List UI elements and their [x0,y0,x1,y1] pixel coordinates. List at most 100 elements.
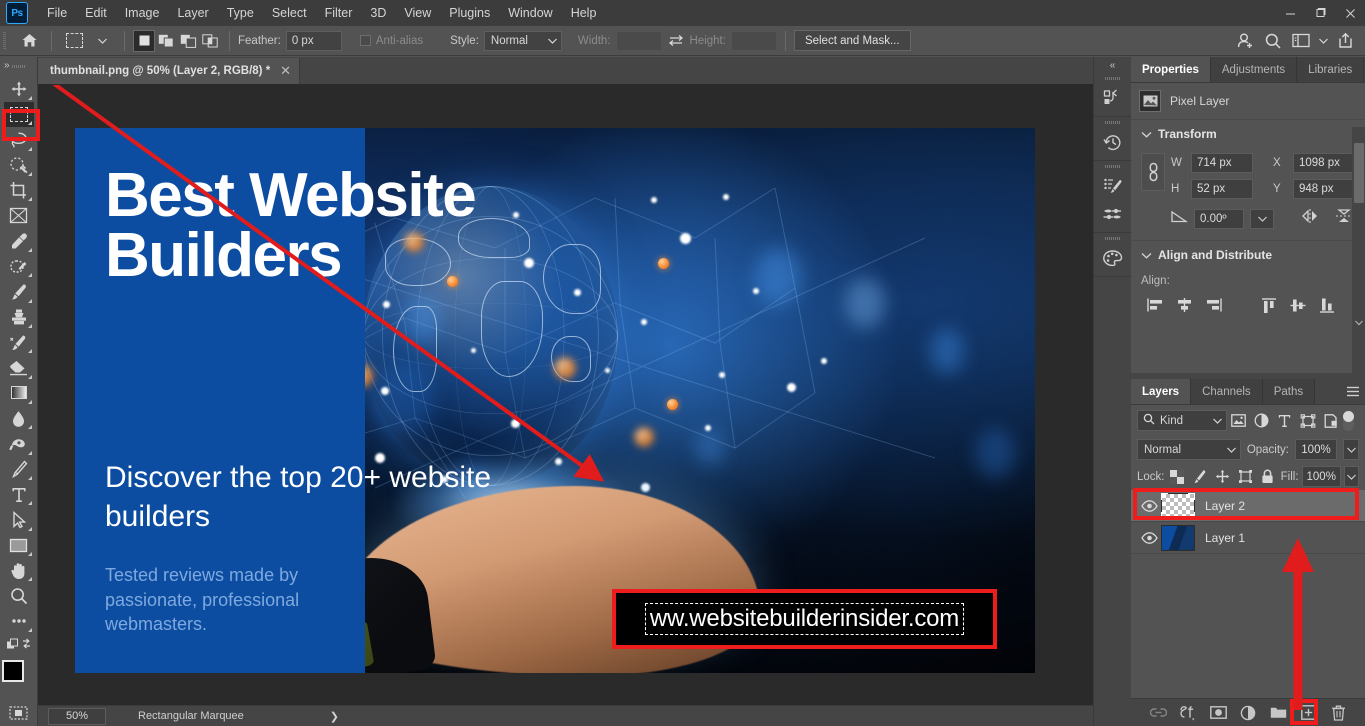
tab-channels[interactable]: Channels [1191,379,1263,404]
menu-layer[interactable]: Layer [168,2,217,24]
brush-settings-icon[interactable] [1098,172,1128,200]
layer-name[interactable]: Layer 2 [1205,499,1245,513]
path-selection-tool[interactable] [4,507,34,532]
workspace-chevron-down-icon[interactable] [1315,28,1331,54]
tab-libraries[interactable]: Libraries [1297,57,1365,82]
rectangular-marquee-icon[interactable] [60,28,88,54]
lock-artboard-nesting-icon[interactable] [1235,467,1255,487]
opacity-chevron-down-icon[interactable] [1343,439,1359,460]
scroll-down-arrow-icon[interactable] [1353,317,1364,329]
history-brush-tool[interactable] [4,330,34,355]
x-field[interactable]: 1098 px [1293,153,1355,173]
fill-value[interactable]: 100% [1301,466,1341,487]
options-bar-grip[interactable] [0,26,9,56]
brush-tool[interactable] [4,279,34,304]
quick-mask-icon[interactable] [4,701,34,726]
panel-menu-icon[interactable] [1341,379,1365,404]
share-user-icon[interactable] [1231,28,1259,54]
lock-all-icon[interactable] [1258,467,1278,487]
menu-plugins[interactable]: Plugins [440,2,499,24]
maximize-button[interactable] [1305,0,1335,26]
blend-mode-select[interactable]: Normal [1137,439,1241,460]
export-icon[interactable] [1331,28,1359,54]
menu-view[interactable]: View [395,2,440,24]
adjustments-presets-icon[interactable] [1098,200,1128,228]
eyedropper-tool[interactable] [4,229,34,254]
rectangular-marquee-tool[interactable] [3,101,34,128]
tab-paths[interactable]: Paths [1262,379,1316,404]
menu-file[interactable]: File [38,2,76,24]
transform-section-header[interactable]: Transform [1131,119,1365,148]
document-tab[interactable]: thumbnail.png @ 50% (Layer 2, RGB/8) * ✕ [38,58,301,84]
layer-style-fx-icon[interactable] [1176,702,1200,724]
tab-layers[interactable]: Layers [1131,379,1192,404]
crop-tool[interactable] [4,178,34,203]
rail-grip-2[interactable] [1094,117,1132,128]
select-and-mask-button[interactable]: Select and Mask... [793,30,911,51]
menu-image[interactable]: Image [116,2,169,24]
pen-tool[interactable] [4,457,34,482]
shape-filter-icon[interactable] [1296,410,1319,431]
smart-object-filter-icon[interactable] [1319,410,1342,431]
y-field[interactable]: 948 px [1293,179,1355,199]
angle-preset-chevron-down-icon[interactable] [1250,208,1274,229]
menu-help[interactable]: Help [562,2,606,24]
rail-grip-1[interactable] [1094,73,1132,84]
menu-3d[interactable]: 3D [361,2,395,24]
blur-tool[interactable] [4,406,34,431]
align-top-edges-icon[interactable] [1254,293,1283,317]
edit-toolbar-tool[interactable] [4,609,34,634]
filter-toggle-switch[interactable] [1342,410,1355,431]
lock-position-icon[interactable] [1213,467,1233,487]
spot-healing-brush-tool[interactable] [4,254,34,279]
layer-thumbnail[interactable] [1161,524,1195,551]
hand-tool[interactable] [4,558,34,583]
delete-layer-icon[interactable] [1326,702,1350,724]
tool-preset-chevron-down-icon[interactable] [88,28,116,54]
menu-filter[interactable]: Filter [316,2,362,24]
anti-alias-checkbox[interactable] [359,35,371,46]
intersect-with-selection-button[interactable] [199,30,221,52]
move-tool[interactable] [4,77,34,102]
tab-properties[interactable]: Properties [1131,57,1211,82]
align-vertical-centers-icon[interactable] [1283,293,1312,317]
new-selection-button[interactable] [133,29,155,52]
layer-thumbnail[interactable] [1161,492,1195,519]
lasso-tool[interactable] [4,127,34,152]
canvas-area[interactable]: Best Website Builders Discover the top 2… [38,85,1093,705]
style-select[interactable]: Normal [483,30,562,51]
add-layer-mask-icon[interactable] [1206,702,1230,724]
properties-scrollbar[interactable] [1352,127,1365,373]
properties-scroll-thumb[interactable] [1354,143,1364,203]
align-right-edges-icon[interactable] [1199,293,1228,317]
new-group-icon[interactable] [1266,702,1290,724]
layer-kind-select[interactable]: Kind [1137,410,1227,431]
new-adjustment-layer-icon[interactable] [1236,702,1260,724]
layer-visibility-icon[interactable] [1137,531,1161,544]
lock-transparent-pixels-icon[interactable] [1168,467,1188,487]
link-constrain-icon[interactable] [1141,153,1165,191]
rail-grip-4[interactable] [1094,233,1132,244]
gradient-tool[interactable] [4,381,34,406]
dodge-tool[interactable] [4,431,34,456]
default-colors-and-swap[interactable] [4,634,34,655]
fill-chevron-down-icon[interactable] [1343,466,1359,487]
chevron-right-icon[interactable]: ❯ [330,710,339,723]
rectangle-tool[interactable] [4,533,34,558]
link-layers-icon[interactable] [1146,702,1170,724]
height-field[interactable]: 52 px [1191,179,1253,199]
add-to-selection-button[interactable] [155,30,177,52]
history-icon[interactable] [1098,128,1128,156]
workspace-icon[interactable] [1287,28,1315,54]
minimize-button[interactable] [1275,0,1305,26]
width-input[interactable] [615,30,662,51]
align-bottom-edges-icon[interactable] [1312,293,1341,317]
adjustment-filter-icon[interactable] [1250,410,1273,431]
align-horizontal-centers-icon[interactable] [1170,293,1199,317]
clone-stamp-tool[interactable] [4,305,34,330]
menu-select[interactable]: Select [263,2,316,24]
type-filter-icon[interactable] [1273,410,1296,431]
opacity-value[interactable]: 100% [1295,439,1337,460]
zoom-tool[interactable] [4,583,34,608]
angle-field[interactable]: 0.00º [1194,208,1244,229]
